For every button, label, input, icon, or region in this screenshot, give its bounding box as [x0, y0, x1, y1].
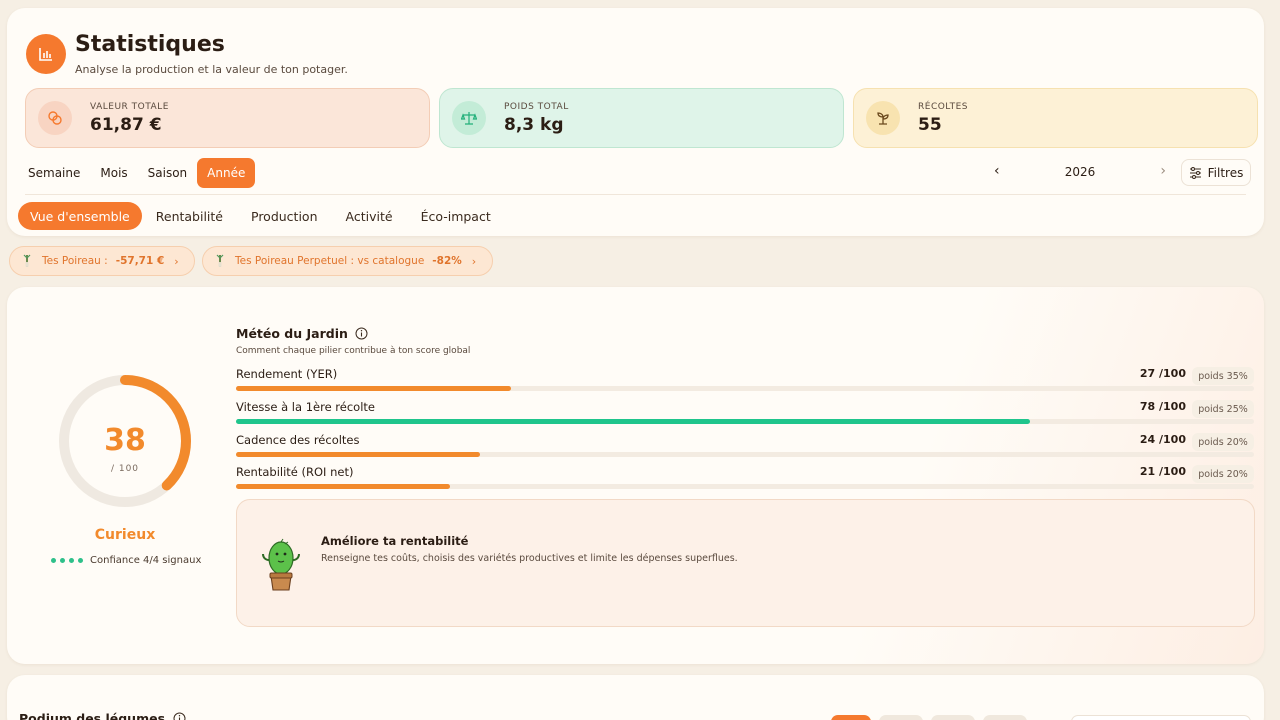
kpi-label: RÉCOLTES — [918, 101, 968, 112]
tip-box: Améliore ta rentabilité Renseigne tes co… — [236, 499, 1255, 627]
pillar-track — [236, 419, 1254, 424]
score-level: Curieux — [94, 527, 156, 543]
chevron-right-icon: › — [174, 254, 179, 268]
insight-chip[interactable]: Tes Poireau Perpetuel : vs catalogue -82… — [202, 246, 493, 276]
chip-value: -82% — [432, 255, 462, 267]
year-navigator: ‹ 2026 › — [990, 160, 1170, 186]
tip-title: Améliore ta rentabilité — [321, 534, 469, 548]
tab-saison[interactable]: Saison — [138, 158, 198, 188]
pillar-weight: poids 20% — [1192, 465, 1254, 483]
kpi-value: 55 — [918, 114, 942, 135]
pillar-fill — [236, 452, 481, 457]
filters-button[interactable]: Filtres — [1181, 159, 1251, 186]
tab-mois[interactable]: Mois — [90, 158, 137, 188]
podium-title: Podium des légumes — [19, 711, 166, 720]
leek-icon — [216, 254, 224, 267]
page-subtitle: Analyse la production et la valeur de to… — [75, 63, 348, 76]
tab-semaine[interactable]: Semaine — [18, 158, 90, 188]
meteo-heading: Météo du Jardin — [236, 326, 368, 341]
pillar-label: Vitesse à la 1ère récolte — [236, 400, 375, 414]
bar-chart-icon — [26, 34, 66, 74]
confidence-indicator: Confiance 4/4 signaux — [51, 555, 201, 566]
main-tabs: Vue d'ensemble Rentabilité Production Ac… — [18, 202, 505, 230]
pillar-fill — [236, 484, 450, 489]
pillar-row: Vitesse à la 1ère récolte 78 /100 poids … — [236, 400, 1254, 430]
confidence-dot — [69, 558, 74, 563]
pillar-row: Cadence des récoltes 24 /100 poids 20% — [236, 433, 1254, 463]
period-tabs: Semaine Mois Saison Année — [18, 158, 256, 188]
chevron-right-icon[interactable]: › — [1160, 163, 1166, 179]
pillar-score: 24 /100 — [1139, 433, 1186, 446]
tab-rentabilite[interactable]: Rentabilité — [142, 202, 237, 230]
info-icon[interactable] — [173, 712, 186, 720]
chip-text: Tes Poireau Perpetuel : vs catalogue — [235, 255, 425, 267]
podium-heading: Podium des légumes — [19, 711, 186, 720]
confidence-dot — [60, 558, 65, 563]
pillar-weight: poids 20% — [1192, 433, 1254, 451]
pillar-fill — [236, 419, 1031, 424]
year-label: 2026 — [1064, 165, 1096, 179]
filters-label: Filtres — [1207, 165, 1244, 180]
confidence-dot — [51, 558, 56, 563]
score-max: / 100 — [110, 464, 140, 474]
kpi-value: 61,87 € — [90, 114, 162, 135]
sprout-icon — [866, 101, 900, 135]
leek-icon — [23, 254, 31, 267]
meteo-subtitle: Comment chaque pilier contribue à ton sc… — [236, 346, 471, 356]
cactus-mascot-icon — [262, 538, 300, 591]
kpi-card-poids: POIDS TOTAL 8,3 kg — [439, 88, 844, 148]
pillar-fill — [236, 386, 511, 391]
kpi-card-recoltes: RÉCOLTES 55 — [853, 88, 1258, 148]
scale-icon — [452, 101, 486, 135]
tab-eco-impact[interactable]: Éco-impact — [407, 202, 505, 230]
pillar-weight: poids 25% — [1192, 400, 1254, 418]
tab-annee[interactable]: Année — [197, 158, 256, 188]
podium-card: Podium des légumes — [7, 675, 1264, 720]
pillar-label: Rendement (YER) — [236, 367, 338, 381]
meteo-title: Météo du Jardin — [236, 326, 348, 341]
pillar-weight: poids 35% — [1192, 367, 1254, 385]
page-title: Statistiques — [75, 32, 225, 57]
pillar-label: Rentabilité (ROI net) — [236, 465, 354, 479]
tip-text: Renseigne tes coûts, choisis des variété… — [321, 553, 738, 564]
pillar-row: Rendement (YER) 27 /100 poids 35% — [236, 367, 1254, 397]
pillar-track — [236, 452, 1254, 457]
podium-toggle[interactable] — [931, 715, 975, 720]
divider — [25, 194, 1246, 195]
podium-toggle[interactable] — [879, 715, 923, 720]
score-value: 38 — [104, 423, 146, 458]
header-card: Statistiques Analyse la production et la… — [7, 8, 1264, 236]
pillar-track — [236, 484, 1254, 489]
podium-select[interactable] — [1071, 715, 1251, 720]
garden-score-card: 38 / 100 Curieux Confiance 4/4 signaux M… — [7, 287, 1264, 664]
kpi-label: VALEUR TOTALE — [90, 101, 169, 112]
pillar-track — [236, 386, 1254, 391]
kpi-label: POIDS TOTAL — [504, 101, 569, 112]
tab-activite[interactable]: Activité — [332, 202, 407, 230]
confidence-dot — [78, 558, 83, 563]
pillar-row: Rentabilité (ROI net) 21 /100 poids 20% — [236, 465, 1254, 495]
pillar-score: 21 /100 — [1139, 465, 1186, 478]
kpi-card-valeur: VALEUR TOTALE 61,87 € — [25, 88, 430, 148]
pillar-score: 27 /100 — [1139, 367, 1186, 380]
pillar-label: Cadence des récoltes — [236, 433, 360, 447]
chip-text: Tes Poireau : — [42, 255, 108, 267]
confidence-text: Confiance 4/4 signaux — [90, 555, 202, 566]
coins-icon — [38, 101, 72, 135]
sliders-icon — [1189, 166, 1201, 179]
info-icon[interactable] — [355, 327, 368, 340]
chip-value: -57,71 € — [115, 255, 165, 267]
chevron-right-icon: › — [471, 254, 477, 268]
insight-chip[interactable]: Tes Poireau : -57,71 € › — [9, 246, 195, 276]
tab-vue-ensemble[interactable]: Vue d'ensemble — [18, 202, 142, 230]
pillar-score: 78 /100 — [1139, 400, 1186, 413]
podium-toggle-active[interactable] — [831, 715, 871, 720]
podium-toggle[interactable] — [983, 715, 1027, 720]
kpi-value: 8,3 kg — [504, 114, 564, 135]
tab-production[interactable]: Production — [237, 202, 332, 230]
